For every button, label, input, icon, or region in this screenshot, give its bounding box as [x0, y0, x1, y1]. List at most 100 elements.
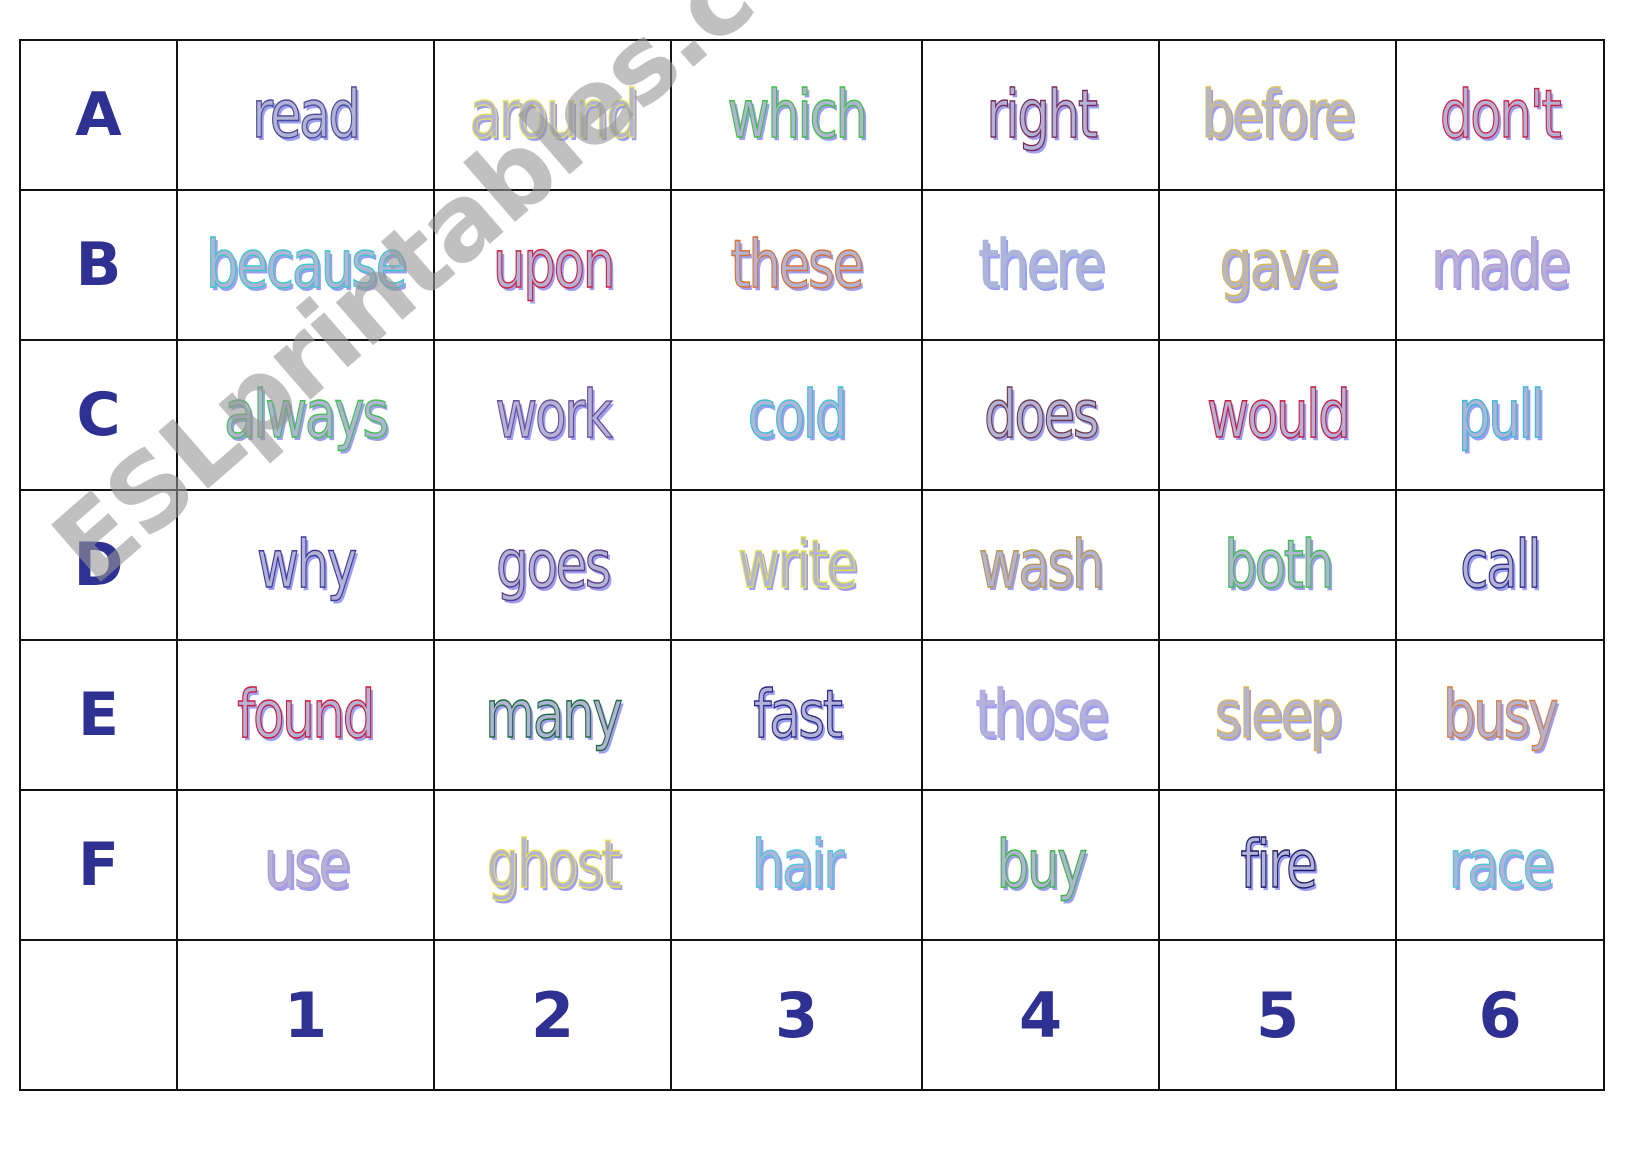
word: hair: [751, 826, 845, 903]
word: these: [730, 226, 865, 303]
word: call: [1460, 526, 1543, 603]
row-label-cell: C: [19, 339, 178, 491]
word-cell: upon: [433, 189, 673, 341]
word: write: [737, 526, 858, 603]
word-cell: does: [921, 339, 1161, 491]
word-cell: gave: [1158, 189, 1398, 341]
word: there: [978, 226, 1106, 303]
word-cell: race: [1395, 789, 1606, 941]
word: cold: [747, 376, 848, 453]
word-cell: read: [175, 39, 436, 191]
column-number-cell: 6: [1395, 939, 1606, 1091]
row-label-cell: B: [19, 189, 178, 341]
empty-corner-cell: [19, 939, 178, 1091]
word: fire: [1240, 826, 1318, 903]
word-cell: which: [670, 39, 924, 191]
word: busy: [1443, 676, 1560, 753]
word-cell: busy: [1395, 639, 1606, 791]
row-label-cell: E: [19, 639, 178, 791]
word-cell: wash: [921, 489, 1161, 641]
word: wash: [978, 526, 1105, 603]
row-label: A: [75, 80, 122, 150]
word: ghost: [486, 826, 622, 903]
row-label: F: [78, 830, 119, 900]
word: both: [1223, 526, 1334, 603]
grid-row: Calways work cold does would pull: [19, 339, 1606, 491]
word: pull: [1457, 376, 1545, 453]
word-cell: around: [433, 39, 673, 191]
column-number: 3: [774, 978, 819, 1052]
word-cell: always: [175, 339, 436, 491]
grid-row: Dwhy goes write wash both call: [19, 489, 1606, 641]
row-label: D: [73, 530, 124, 600]
row-label-cell: D: [19, 489, 178, 641]
word-cell: write: [670, 489, 924, 641]
grid-row: Bbecause upon these there gave made: [19, 189, 1606, 341]
word-cell: many: [433, 639, 673, 791]
word-cell: right: [921, 39, 1161, 191]
word: work: [494, 376, 613, 453]
word-cell: goes: [433, 489, 673, 641]
word: buy: [996, 826, 1088, 903]
word-grid: Aread around which right before don't Bbecause…: [19, 39, 1606, 1091]
word: why: [256, 526, 358, 603]
word: read: [252, 76, 362, 153]
column-number: 2: [530, 978, 575, 1052]
word-cell: those: [921, 639, 1161, 791]
word-cell: use: [175, 789, 436, 941]
word: does: [983, 376, 1100, 453]
word: use: [263, 826, 351, 903]
word-cell: there: [921, 189, 1161, 341]
row-label-cell: F: [19, 789, 178, 941]
word-cell: fire: [1158, 789, 1398, 941]
column-number-row: 1 2 3 4 5 6: [19, 939, 1606, 1091]
grid-body: Aread around which right before don't Bbecause…: [19, 39, 1606, 1091]
word-cell: call: [1395, 489, 1606, 641]
word-cell: don't: [1395, 39, 1606, 191]
word: upon: [492, 226, 616, 303]
column-number: 4: [1018, 978, 1063, 1052]
row-label-cell: A: [19, 39, 178, 191]
column-number: 5: [1255, 978, 1300, 1052]
word: made: [1431, 226, 1571, 303]
word: would: [1206, 376, 1351, 453]
word: those: [974, 676, 1109, 753]
word: before: [1201, 76, 1356, 153]
grid-row: Aread around which right before don't: [19, 39, 1606, 191]
word: gave: [1219, 226, 1339, 303]
column-number-cell: 3: [670, 939, 924, 1091]
word: because: [206, 226, 408, 303]
grid-row: Fuse ghost hair buy fire race: [19, 789, 1606, 941]
word-cell: because: [175, 189, 436, 341]
word-cell: cold: [670, 339, 924, 491]
word: right: [985, 76, 1098, 153]
word: which: [727, 76, 869, 153]
column-number-cell: 1: [175, 939, 436, 1091]
word: sleep: [1214, 676, 1343, 753]
word-cell: sleep: [1158, 639, 1398, 791]
word-cell: made: [1395, 189, 1606, 341]
word: goes: [495, 526, 612, 603]
column-number: 6: [1478, 978, 1522, 1052]
column-number-cell: 5: [1158, 939, 1398, 1091]
column-number-cell: 4: [921, 939, 1161, 1091]
row-label: B: [75, 230, 122, 300]
word-cell: would: [1158, 339, 1398, 491]
column-number-cell: 2: [433, 939, 673, 1091]
word: fast: [752, 676, 843, 753]
word-cell: both: [1158, 489, 1398, 641]
word-cell: buy: [921, 789, 1161, 941]
row-label: C: [76, 380, 121, 450]
word-cell: fast: [670, 639, 924, 791]
row-label: E: [78, 680, 119, 750]
word: always: [224, 376, 390, 453]
word-cell: found: [175, 639, 436, 791]
column-number: 1: [283, 978, 328, 1052]
word: found: [237, 676, 376, 753]
word-cell: these: [670, 189, 924, 341]
word-cell: why: [175, 489, 436, 641]
word-cell: pull: [1395, 339, 1606, 491]
word-cell: work: [433, 339, 673, 491]
grid-row: Efound many fast those sleep busy: [19, 639, 1606, 791]
word: race: [1448, 826, 1555, 903]
